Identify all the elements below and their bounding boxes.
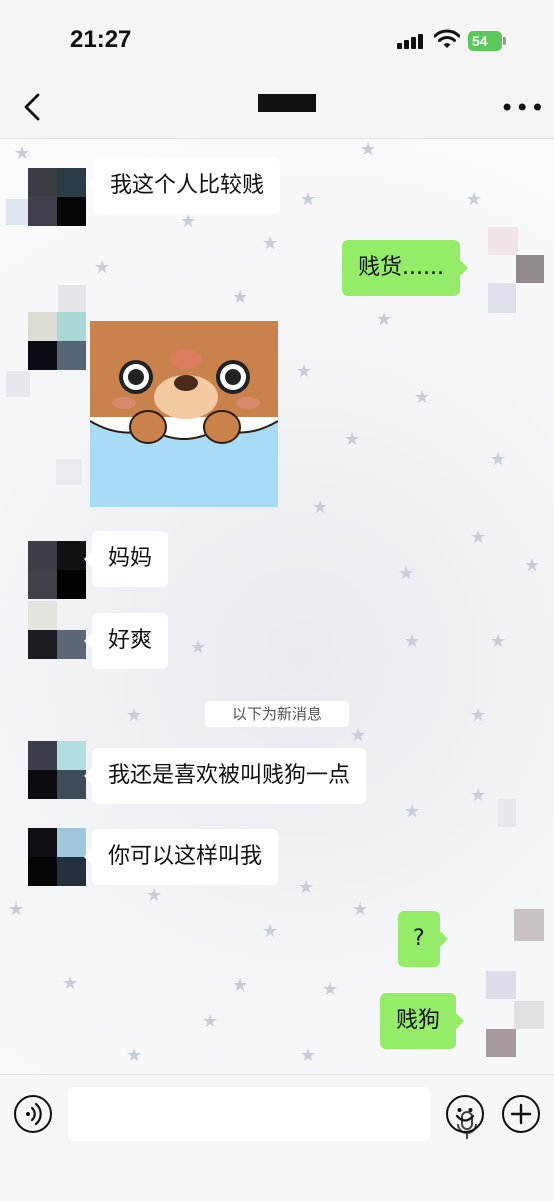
wifi-icon (434, 29, 460, 48)
message-bubble[interactable]: 妈妈 (83, 531, 169, 587)
pixelation-block (516, 255, 544, 283)
star-icon: ★ (524, 555, 541, 576)
star-icon: ★ (376, 309, 393, 330)
star-icon: ★ (14, 143, 31, 164)
pixelation-block (486, 1029, 516, 1057)
star-icon: ★ (414, 387, 431, 408)
voice-icon[interactable] (14, 1095, 52, 1133)
star-icon: ★ (232, 287, 249, 308)
star-icon: ★ (126, 1045, 143, 1066)
pixelation-block (58, 285, 86, 313)
star-icon: ★ (470, 705, 487, 726)
redacted-contact-name (258, 94, 316, 112)
pixelation-block (6, 371, 30, 397)
message-bubble[interactable]: 贱货...... (342, 240, 468, 296)
star-icon: ★ (312, 497, 329, 518)
message-bubble[interactable]: 我还是喜欢被叫贱狗一点 (83, 748, 367, 804)
message-bubble[interactable]: 贱狗 (380, 993, 465, 1049)
pixelation-block (514, 1001, 544, 1029)
plus-icon[interactable] (502, 1095, 540, 1133)
star-icon: ★ (470, 527, 487, 548)
star-icon: ★ (262, 921, 279, 942)
emoji-face-glyph (455, 1108, 475, 1122)
pixelation-block (498, 799, 516, 827)
message-bubble[interactable]: 我这个人比较贱 (85, 158, 281, 214)
status-time: 21:27 (70, 26, 132, 53)
pixelation-block (488, 283, 516, 313)
voice-wave-glyph (26, 1102, 42, 1126)
star-icon: ★ (146, 885, 163, 906)
status-bar: 21:27 54 (0, 0, 554, 80)
pixelation-block (6, 199, 28, 225)
chat-header: ••• (0, 80, 554, 139)
star-icon: ★ (398, 563, 415, 584)
star-icon: ★ (62, 973, 79, 994)
star-icon: ★ (466, 189, 483, 210)
star-icon: ★ (298, 877, 315, 898)
star-icon: ★ (180, 211, 197, 232)
battery-level: 54 (468, 31, 502, 51)
emoji-icon[interactable] (446, 1095, 484, 1133)
contact-avatar[interactable] (28, 541, 86, 599)
star-icon: ★ (300, 189, 317, 210)
contact-avatar[interactable] (28, 312, 86, 370)
battery-tip (503, 37, 506, 45)
pixelation-block (514, 909, 544, 941)
star-icon: ★ (202, 1011, 219, 1032)
star-icon: ★ (262, 233, 279, 254)
star-icon: ★ (232, 975, 249, 996)
star-icon: ★ (470, 785, 487, 806)
message-input[interactable] (68, 1087, 477, 1141)
pixelation-block (486, 971, 516, 999)
contact-avatar[interactable] (28, 741, 86, 799)
chevron-left-icon[interactable] (20, 92, 46, 122)
pixelation-block (56, 459, 82, 485)
star-icon: ★ (490, 631, 507, 652)
star-icon: ★ (126, 705, 143, 726)
star-icon: ★ (344, 429, 361, 450)
star-icon: ★ (322, 979, 339, 1000)
star-icon: ★ (296, 361, 313, 382)
input-bar (0, 1074, 554, 1201)
contact-avatar[interactable] (28, 168, 86, 226)
more-dots-icon[interactable]: ••• (500, 94, 545, 122)
plus-glyph (510, 1103, 532, 1125)
message-bubble[interactable]: 好爽 (83, 613, 169, 669)
contact-avatar[interactable] (28, 828, 86, 886)
star-icon: ★ (404, 801, 421, 822)
message-bubble[interactable]: ? (398, 911, 448, 967)
star-icon: ★ (190, 637, 207, 658)
star-icon: ★ (360, 139, 377, 160)
bear-peeking-sticker[interactable] (90, 321, 278, 507)
star-icon: ★ (94, 257, 111, 278)
message-bubble[interactable]: 你可以这样叫我 (83, 829, 279, 885)
star-icon: ★ (8, 899, 25, 920)
star-icon: ★ (404, 631, 421, 652)
star-icon: ★ (350, 725, 367, 746)
pixelation-block (488, 227, 518, 255)
contact-avatar[interactable] (28, 601, 86, 659)
chat-area[interactable]: ★ ★ ★ ★ ★ ★ ★ ★ ★ ★ ★ ★ ★ ★ ★ ★ ★ ★ ★ ★ … (0, 139, 554, 1074)
star-icon: ★ (490, 449, 507, 470)
star-icon: ★ (300, 1045, 317, 1066)
cellular-signal-icon (397, 33, 425, 49)
new-messages-divider: 以下为新消息 (205, 701, 349, 727)
star-icon: ★ (352, 899, 369, 920)
